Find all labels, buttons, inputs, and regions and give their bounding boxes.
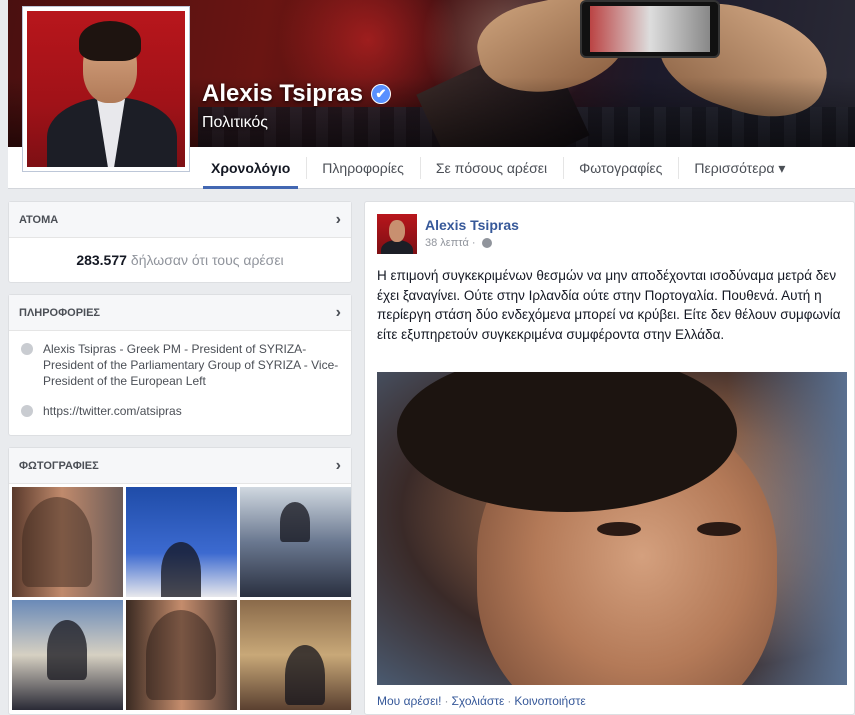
- photo-thumbnail[interactable]: [12, 600, 123, 710]
- people-card: ΑΤΟΜΑ › 283.577 δήλωσαν ότι τους αρέσει: [8, 201, 352, 283]
- timeline-post: Alexis Tsipras 38 λεπτά · Η επιμονή συγκ…: [364, 201, 855, 715]
- post-meta: 38 λεπτά ·: [425, 237, 492, 249]
- chevron-right-icon[interactable]: ›: [336, 304, 341, 322]
- tab-about[interactable]: Πληροφορίες: [306, 147, 420, 189]
- twitter-link[interactable]: https://twitter.com/atsipras: [43, 403, 182, 419]
- photos-card-header[interactable]: ΦΩΤΟΓΡΑΦΙΕΣ ›: [9, 448, 351, 484]
- photo-thumbnail[interactable]: [126, 487, 237, 597]
- photo-thumbnail[interactable]: [12, 487, 123, 597]
- likes-number: 283.577: [76, 252, 127, 268]
- post-author[interactable]: Alexis Tsipras: [425, 217, 519, 233]
- like-button[interactable]: Μου αρέσει!: [377, 694, 441, 708]
- photo-thumbnail[interactable]: [240, 487, 351, 597]
- about-link-row: https://twitter.com/atsipras: [9, 389, 351, 419]
- post-photo[interactable]: [377, 372, 847, 685]
- likes-count: 283.577 δήλωσαν ότι τους αρέσει: [9, 238, 351, 282]
- photo-thumbnail[interactable]: [126, 600, 237, 710]
- profile-name[interactable]: Alexis Tsipras: [202, 80, 363, 108]
- profile-picture[interactable]: [22, 6, 190, 172]
- post-text: Η επιμονή συγκεκριμένων θεσμών να μην απ…: [377, 268, 841, 342]
- people-card-title: ΑΤΟΜΑ: [19, 213, 59, 226]
- profile-category: Πολιτικός: [202, 114, 268, 131]
- about-description: Alexis Tsipras - Greek PM - President of…: [43, 342, 339, 388]
- photo-thumbnail[interactable]: [240, 600, 351, 710]
- about-card-title: ΠΛΗΡΟΦΟΡΙΕΣ: [19, 306, 101, 319]
- tab-photos[interactable]: Φωτογραφίες: [563, 147, 678, 189]
- comment-button[interactable]: Σχολιάστε: [451, 694, 504, 708]
- about-card-header[interactable]: ΠΛΗΡΟΦΟΡΙΕΣ ›: [9, 295, 351, 331]
- post-time[interactable]: 38 λεπτά ·: [425, 237, 476, 249]
- globe-icon: [21, 405, 33, 417]
- share-button[interactable]: Κοινοποιήστε: [514, 694, 585, 708]
- tab-likes[interactable]: Σε πόσους αρέσει: [419, 147, 563, 189]
- people-card-header[interactable]: ΑΤΟΜΑ ›: [9, 202, 351, 238]
- photo-grid: [9, 484, 351, 713]
- cover-phone: [580, 0, 720, 58]
- post-actions: Μου αρέσει! · Σχολιάστε · Κοινοποιήστε: [377, 694, 586, 708]
- chevron-right-icon[interactable]: ›: [336, 211, 341, 229]
- photos-card-title: ΦΩΤΟΓΡΑΦΙΕΣ: [19, 459, 99, 472]
- tab-timeline[interactable]: Χρονολόγιο: [195, 147, 306, 189]
- profile-name-row: Alexis Tsipras ✔: [202, 80, 391, 108]
- chevron-right-icon[interactable]: ›: [336, 457, 341, 475]
- about-card: ΠΛΗΡΟΦΟΡΙΕΣ › Alexis Tsipras - Greek PM …: [8, 294, 352, 436]
- about-description-row: Alexis Tsipras - Greek PM - President of…: [9, 331, 351, 389]
- post-avatar[interactable]: [377, 214, 417, 254]
- photos-card: ΦΩΤΟΓΡΑΦΙΕΣ ›: [8, 447, 352, 715]
- globe-icon: [481, 238, 492, 248]
- tab-more[interactable]: Περισσότερα ▾: [678, 147, 801, 189]
- verified-badge-icon: ✔: [370, 84, 391, 104]
- info-icon: [21, 343, 33, 355]
- likes-suffix: δήλωσαν ότι τους αρέσει: [130, 252, 284, 268]
